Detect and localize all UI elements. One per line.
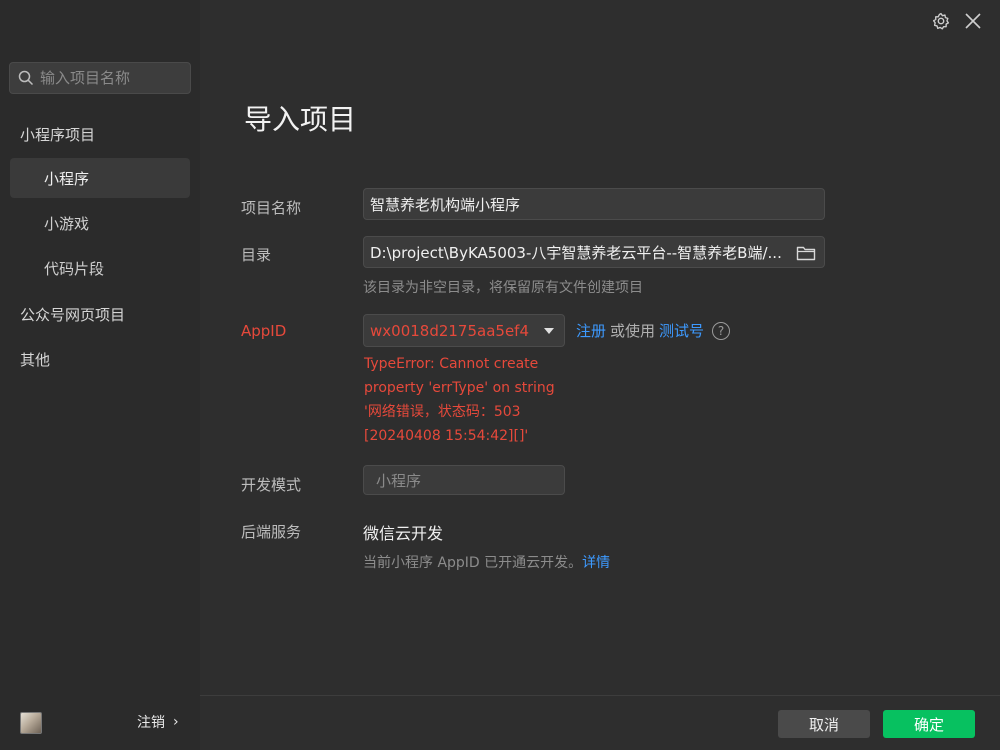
close-icon[interactable] bbox=[964, 12, 982, 30]
logout-button[interactable]: 注销 › bbox=[137, 712, 179, 732]
directory-label: 目录 bbox=[241, 246, 272, 264]
sidebar: 小程序项目 小程序 小游戏 代码片段 公众号网页项目 其他 注销 › bbox=[0, 0, 200, 750]
directory-input[interactable]: D:\project\ByKA5003-八宇智慧养老云平台--智慧养老B端/..… bbox=[363, 236, 825, 268]
backend-hint: 当前小程序 AppID 已开通云开发。详情 bbox=[363, 552, 610, 572]
chevron-right-icon: › bbox=[173, 714, 179, 730]
sidebar-item-label: 小程序 bbox=[44, 169, 90, 188]
avatar[interactable] bbox=[20, 712, 42, 734]
directory-hint: 该目录为非空目录，将保留原有文件创建项目 bbox=[363, 280, 643, 296]
backend-label: 后端服务 bbox=[241, 523, 302, 541]
dev-mode-value: 小程序 bbox=[376, 471, 422, 490]
sidebar-group-miniprogram-project[interactable]: 小程序项目 bbox=[20, 124, 95, 145]
directory-value: D:\project\ByKA5003-八宇智慧养老云平台--智慧养老B端/..… bbox=[370, 243, 782, 262]
gear-icon[interactable] bbox=[932, 12, 950, 30]
sidebar-item-label: 小游戏 bbox=[44, 214, 90, 233]
sidebar-item-miniprogram[interactable]: 小程序 bbox=[10, 158, 190, 198]
window-controls bbox=[932, 12, 982, 30]
dev-mode-field: 小程序 bbox=[363, 465, 565, 495]
appid-links: 注册 或使用 测试号 ? bbox=[576, 320, 731, 341]
or-use-text: 或使用 bbox=[610, 322, 656, 340]
appid-select[interactable]: wx0018d2175aa5ef48 bbox=[363, 314, 565, 347]
dev-mode-label: 开发模式 bbox=[241, 476, 302, 494]
register-link[interactable]: 注册 bbox=[576, 320, 606, 341]
project-name-value: 智慧养老机构端小程序 bbox=[370, 195, 521, 214]
confirm-button[interactable]: 确定 bbox=[883, 710, 975, 738]
cancel-button[interactable]: 取消 bbox=[778, 710, 870, 738]
backend-hint-text: 当前小程序 AppID 已开通云开发。 bbox=[363, 555, 583, 571]
search-icon bbox=[18, 70, 34, 86]
sidebar-group-official-account-web[interactable]: 公众号网页项目 bbox=[20, 304, 125, 325]
main-panel: 导入项目 项目名称 智慧养老机构端小程序 目录 D:\project\ByKA5… bbox=[200, 0, 1000, 750]
sidebar-item-minigame[interactable]: 小游戏 bbox=[10, 203, 190, 243]
sidebar-item-label: 代码片段 bbox=[44, 259, 105, 278]
appid-value: wx0018d2175aa5ef48 bbox=[370, 321, 530, 340]
page-title: 导入项目 bbox=[244, 103, 357, 136]
folder-icon[interactable] bbox=[796, 245, 816, 261]
test-account-link[interactable]: 测试号 bbox=[659, 320, 704, 341]
logout-label: 注销 bbox=[137, 715, 165, 731]
project-name-label: 项目名称 bbox=[241, 199, 302, 217]
help-icon[interactable]: ? bbox=[712, 321, 731, 340]
search-input[interactable] bbox=[40, 69, 180, 87]
appid-label: AppID bbox=[241, 322, 287, 340]
sidebar-item-code-snippet[interactable]: 代码片段 bbox=[10, 248, 190, 288]
backend-value: 微信云开发 bbox=[363, 524, 444, 543]
search-box[interactable] bbox=[9, 62, 191, 94]
caret-down-icon bbox=[544, 328, 554, 334]
project-name-input[interactable]: 智慧养老机构端小程序 bbox=[363, 188, 825, 220]
error-message: TypeError: Cannot create property 'errTy… bbox=[364, 356, 555, 444]
footer-divider bbox=[200, 695, 1000, 696]
sidebar-group-other[interactable]: 其他 bbox=[20, 349, 50, 370]
backend-details-link[interactable]: 详情 bbox=[582, 555, 610, 571]
